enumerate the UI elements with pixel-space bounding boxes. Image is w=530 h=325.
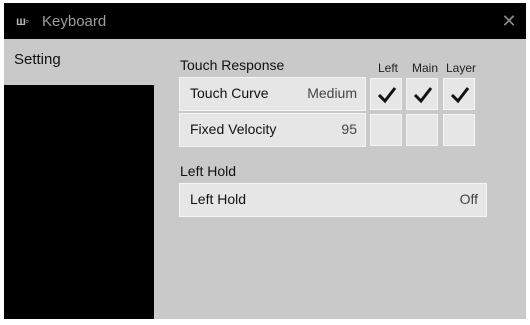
window-title: Keyboard — [42, 12, 107, 30]
fixed-velocity-layer-checkbox[interactable] — [443, 114, 475, 146]
keyboard-app-icon: ш◦ — [16, 14, 29, 28]
touch-curve-main-checkbox[interactable] — [406, 78, 438, 110]
left-hold-heading: Left Hold — [180, 163, 237, 179]
column-header-main: Main — [411, 61, 438, 75]
keyboard-window: ш◦ Keyboard ✕ Setting Touch Response Lef… — [4, 3, 526, 319]
touch-curve-left-checkbox[interactable] — [370, 78, 402, 110]
fixed-velocity-left-checkbox[interactable] — [370, 114, 402, 146]
fixed-velocity-row[interactable]: Fixed Velocity 95 — [179, 113, 366, 147]
fixed-velocity-value: 95 — [341, 121, 357, 137]
checkmark-icon — [377, 87, 397, 104]
checkmark-icon — [450, 87, 470, 104]
touch-curve-value: Medium — [307, 85, 357, 101]
touch-curve-label: Touch Curve — [190, 85, 269, 101]
touch-curve-layer-checkbox[interactable] — [443, 78, 475, 110]
tab-setting[interactable]: Setting — [4, 39, 154, 85]
tab-setting-label: Setting — [14, 51, 61, 68]
title-bar: ш◦ Keyboard ✕ — [4, 3, 526, 39]
fixed-velocity-main-checkbox[interactable] — [406, 114, 438, 146]
settings-content: Touch Response Left Main Layer Touch Cur… — [154, 39, 526, 319]
fixed-velocity-label: Fixed Velocity — [190, 121, 277, 137]
left-hold-value: Off — [459, 191, 478, 207]
touch-response-heading: Touch Response — [180, 57, 285, 73]
left-hold-row[interactable]: Left Hold Off — [179, 183, 487, 217]
column-header-layer: Layer — [445, 61, 477, 75]
sidebar: Setting — [4, 39, 154, 319]
touch-curve-row[interactable]: Touch Curve Medium — [179, 77, 366, 111]
left-hold-label: Left Hold — [190, 191, 247, 207]
column-header-left: Left — [377, 61, 398, 75]
close-icon[interactable]: ✕ — [498, 10, 520, 32]
checkmark-icon — [413, 87, 433, 104]
